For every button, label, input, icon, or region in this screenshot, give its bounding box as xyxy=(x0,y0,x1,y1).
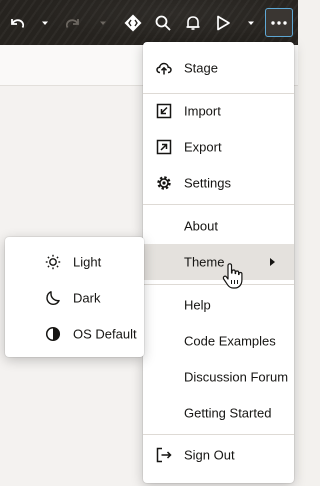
redo-icon xyxy=(65,19,79,28)
hand-cursor-icon xyxy=(222,263,243,289)
menu-item-label: About xyxy=(184,218,218,234)
menu-item-about[interactable]: About xyxy=(143,208,294,244)
code-assist-button[interactable] xyxy=(122,10,144,36)
menu-item-discussion-forum[interactable]: Discussion Forum xyxy=(143,359,294,395)
menu-item-help[interactable]: Help xyxy=(143,287,294,323)
run-button[interactable] xyxy=(212,10,234,36)
search-icon xyxy=(155,15,171,31)
menu-item-label: Getting Started xyxy=(184,405,272,421)
sun-icon xyxy=(45,254,61,270)
theme-option-dark[interactable]: Dark xyxy=(5,280,144,316)
upload-cloud-icon xyxy=(156,60,172,76)
menu-item-theme[interactable]: Theme xyxy=(143,244,294,280)
theme-option-os-default[interactable]: OS Default xyxy=(5,316,144,352)
more-actions-menu: Stage Import Export Settings About Theme… xyxy=(143,42,294,483)
undo-button[interactable] xyxy=(6,10,28,36)
play-icon xyxy=(217,15,230,31)
run-dropdown-button[interactable] xyxy=(244,10,258,36)
undo-dropdown-button[interactable] xyxy=(38,10,52,36)
search-button[interactable] xyxy=(152,10,174,36)
theme-option-label: OS Default xyxy=(73,326,137,342)
top-toolbar xyxy=(0,0,298,45)
import-icon xyxy=(156,103,172,119)
theme-option-label: Dark xyxy=(73,290,101,306)
menu-item-label: Import xyxy=(184,103,221,119)
menu-item-label: Code Examples xyxy=(184,333,276,349)
export-icon xyxy=(156,139,172,155)
undo-icon xyxy=(11,19,25,28)
sign-out-icon xyxy=(156,447,172,463)
menu-item-label: Discussion Forum xyxy=(184,369,289,385)
code-diamond-icon xyxy=(124,14,142,32)
menu-item-export[interactable]: Export xyxy=(143,129,294,165)
menu-divider xyxy=(143,284,294,285)
menu-item-stage[interactable]: Stage xyxy=(143,50,294,86)
caret-down-icon xyxy=(42,21,48,25)
more-actions-button[interactable] xyxy=(265,8,293,37)
notifications-button[interactable] xyxy=(182,10,204,36)
bell-icon xyxy=(186,16,200,30)
menu-item-code-examples[interactable]: Code Examples xyxy=(143,323,294,359)
menu-divider xyxy=(143,434,294,435)
redo-dropdown-button[interactable] xyxy=(96,10,110,36)
more-horizontal-icon xyxy=(271,20,287,25)
menu-item-label: Help xyxy=(184,297,211,313)
theme-option-label: Light xyxy=(73,254,102,270)
menu-item-import[interactable]: Import xyxy=(143,93,294,129)
gear-icon xyxy=(156,175,172,191)
menu-item-label: Stage xyxy=(184,60,218,76)
submenu-arrow-icon xyxy=(270,258,275,266)
menu-item-getting-started[interactable]: Getting Started xyxy=(143,395,294,431)
theme-option-light[interactable]: Light xyxy=(5,244,144,280)
menu-item-label: Theme xyxy=(184,254,225,270)
menu-divider xyxy=(143,204,294,205)
caret-down-icon xyxy=(248,21,254,25)
redo-button[interactable] xyxy=(62,10,84,36)
menu-item-settings[interactable]: Settings xyxy=(143,165,294,201)
menu-item-sign-out[interactable]: Sign Out xyxy=(143,437,294,473)
menu-item-label: Export xyxy=(184,139,222,155)
half-circle-icon xyxy=(45,326,61,342)
caret-down-icon xyxy=(100,21,106,25)
menu-item-label: Sign Out xyxy=(184,447,235,463)
menu-item-label: Settings xyxy=(184,175,231,191)
moon-icon xyxy=(45,290,61,306)
theme-submenu: Light Dark OS Default xyxy=(5,237,144,357)
